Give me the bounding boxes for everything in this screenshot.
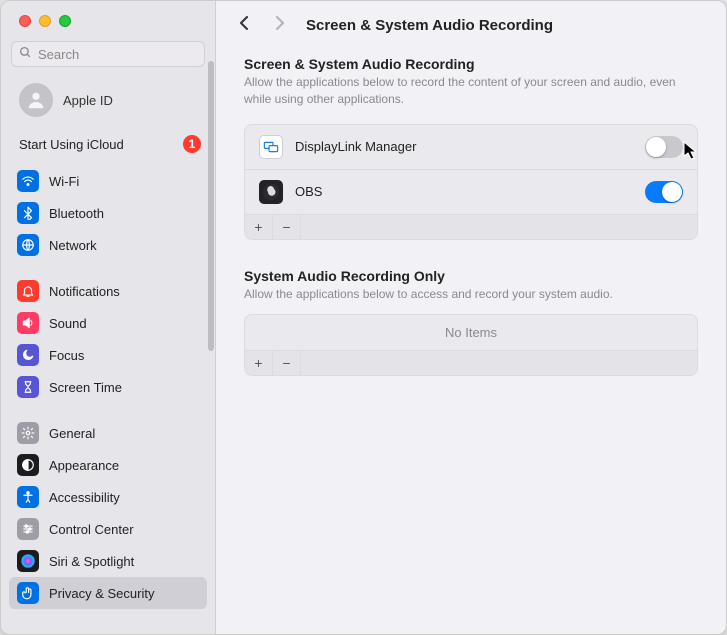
search-icon: [19, 46, 32, 62]
moon-icon: [17, 344, 39, 366]
bell-icon: [17, 280, 39, 302]
list-footer-2: + −: [245, 350, 697, 375]
sidebar-item-privacy-security[interactable]: Privacy & Security: [9, 577, 207, 609]
sidebar-item-appearance[interactable]: Appearance: [9, 449, 207, 481]
hand-icon: [17, 582, 39, 604]
apple-id-row[interactable]: Apple ID: [1, 75, 215, 125]
app-label: OBS: [295, 184, 633, 199]
section1-title: Screen & System Audio Recording: [244, 56, 698, 72]
sidebar-item-focus[interactable]: Focus: [9, 339, 207, 371]
appearance-icon: [17, 454, 39, 476]
sidebar-item-siri-spotlight[interactable]: Siri & Spotlight: [9, 545, 207, 577]
sidebar-item-label: Notifications: [49, 284, 120, 299]
sidebar-item-control-center[interactable]: Control Center: [9, 513, 207, 545]
add-app-button[interactable]: +: [245, 215, 273, 239]
list-footer: + −: [245, 214, 697, 239]
sidebar-item-network[interactable]: Network: [9, 229, 207, 261]
forward-button[interactable]: [270, 15, 290, 36]
sidebar-item-label: Wi-Fi: [49, 174, 79, 189]
sliders-icon: [17, 518, 39, 540]
window-controls: [1, 1, 215, 37]
bluetooth-icon: [17, 202, 39, 224]
zoom-window-button[interactable]: [59, 15, 71, 27]
sidebar-item-label: Privacy & Security: [49, 586, 154, 601]
remove-app-button-2[interactable]: −: [273, 351, 301, 375]
page-title: Screen & System Audio Recording: [306, 17, 553, 34]
displaylink-icon: [259, 135, 283, 159]
section1-desc: Allow the applications below to record t…: [244, 74, 698, 108]
system-audio-app-list: No Items + −: [244, 314, 698, 376]
sidebar-item-screen-time[interactable]: Screen Time: [9, 371, 207, 403]
header: Screen & System Audio Recording: [216, 1, 726, 46]
icloud-row[interactable]: Start Using iCloud 1: [1, 125, 215, 165]
sidebar-item-label: Network: [49, 238, 97, 253]
settings-window: Apple ID Start Using iCloud 1 Wi-Fi Bluet…: [0, 0, 727, 635]
sidebar-item-wi-fi[interactable]: Wi-Fi: [9, 165, 207, 197]
add-app-button-2[interactable]: +: [245, 351, 273, 375]
siri-icon: [17, 550, 39, 572]
wifi-icon: [17, 170, 39, 192]
toggle-displaylink-manager[interactable]: [645, 136, 683, 158]
toggle-obs[interactable]: [645, 181, 683, 203]
back-button[interactable]: [234, 15, 254, 36]
sidebar-item-label: General: [49, 426, 95, 441]
sidebar-item-label: Siri & Spotlight: [49, 554, 134, 569]
no-items-label: No Items: [245, 315, 697, 350]
sidebar-item-label: Control Center: [49, 522, 134, 537]
remove-app-button[interactable]: −: [273, 215, 301, 239]
screen-audio-app-list: DisplayLink Manager OBS + −: [244, 124, 698, 240]
content-pane: Screen & System Audio Recording Screen &…: [216, 1, 726, 634]
sidebar-item-notifications[interactable]: Notifications: [9, 275, 207, 307]
hourglass-icon: [17, 376, 39, 398]
gear-icon: [17, 422, 39, 444]
sidebar-item-label: Focus: [49, 348, 84, 363]
close-window-button[interactable]: [19, 15, 31, 27]
sidebar-item-general[interactable]: General: [9, 417, 207, 449]
scrollbar[interactable]: [208, 61, 214, 351]
icloud-label: Start Using iCloud: [19, 137, 124, 152]
icloud-badge: 1: [183, 135, 201, 153]
sidebar-item-label: Screen Time: [49, 380, 122, 395]
sidebar-item-label: Appearance: [49, 458, 119, 473]
app-row-displaylink-manager: DisplayLink Manager: [245, 125, 697, 170]
speaker-icon: [17, 312, 39, 334]
sidebar-item-accessibility[interactable]: Accessibility: [9, 481, 207, 513]
section2-desc: Allow the applications below to access a…: [244, 286, 698, 303]
app-row-obs: OBS: [245, 170, 697, 214]
app-label: DisplayLink Manager: [295, 139, 633, 154]
globe-icon: [17, 234, 39, 256]
sidebar-item-label: Sound: [49, 316, 87, 331]
system-audio-section-header: System Audio Recording Only Allow the ap…: [216, 258, 726, 307]
section2-title: System Audio Recording Only: [244, 268, 698, 284]
screen-audio-section-header: Screen & System Audio Recording Allow th…: [216, 46, 726, 112]
sidebar-item-label: Accessibility: [49, 490, 120, 505]
avatar: [19, 83, 53, 117]
obs-icon: [259, 180, 283, 204]
minimize-window-button[interactable]: [39, 15, 51, 27]
sidebar-item-label: Bluetooth: [49, 206, 104, 221]
sidebar-item-bluetooth[interactable]: Bluetooth: [9, 197, 207, 229]
search-input[interactable]: [11, 41, 205, 67]
sidebar-list: Wi-Fi Bluetooth Network Notifications Sound F…: [1, 165, 215, 617]
search-box: [11, 41, 205, 67]
accessibility-icon: [17, 486, 39, 508]
sidebar: Apple ID Start Using iCloud 1 Wi-Fi Bluet…: [1, 1, 216, 634]
apple-id-label: Apple ID: [63, 93, 113, 108]
sidebar-item-sound[interactable]: Sound: [9, 307, 207, 339]
